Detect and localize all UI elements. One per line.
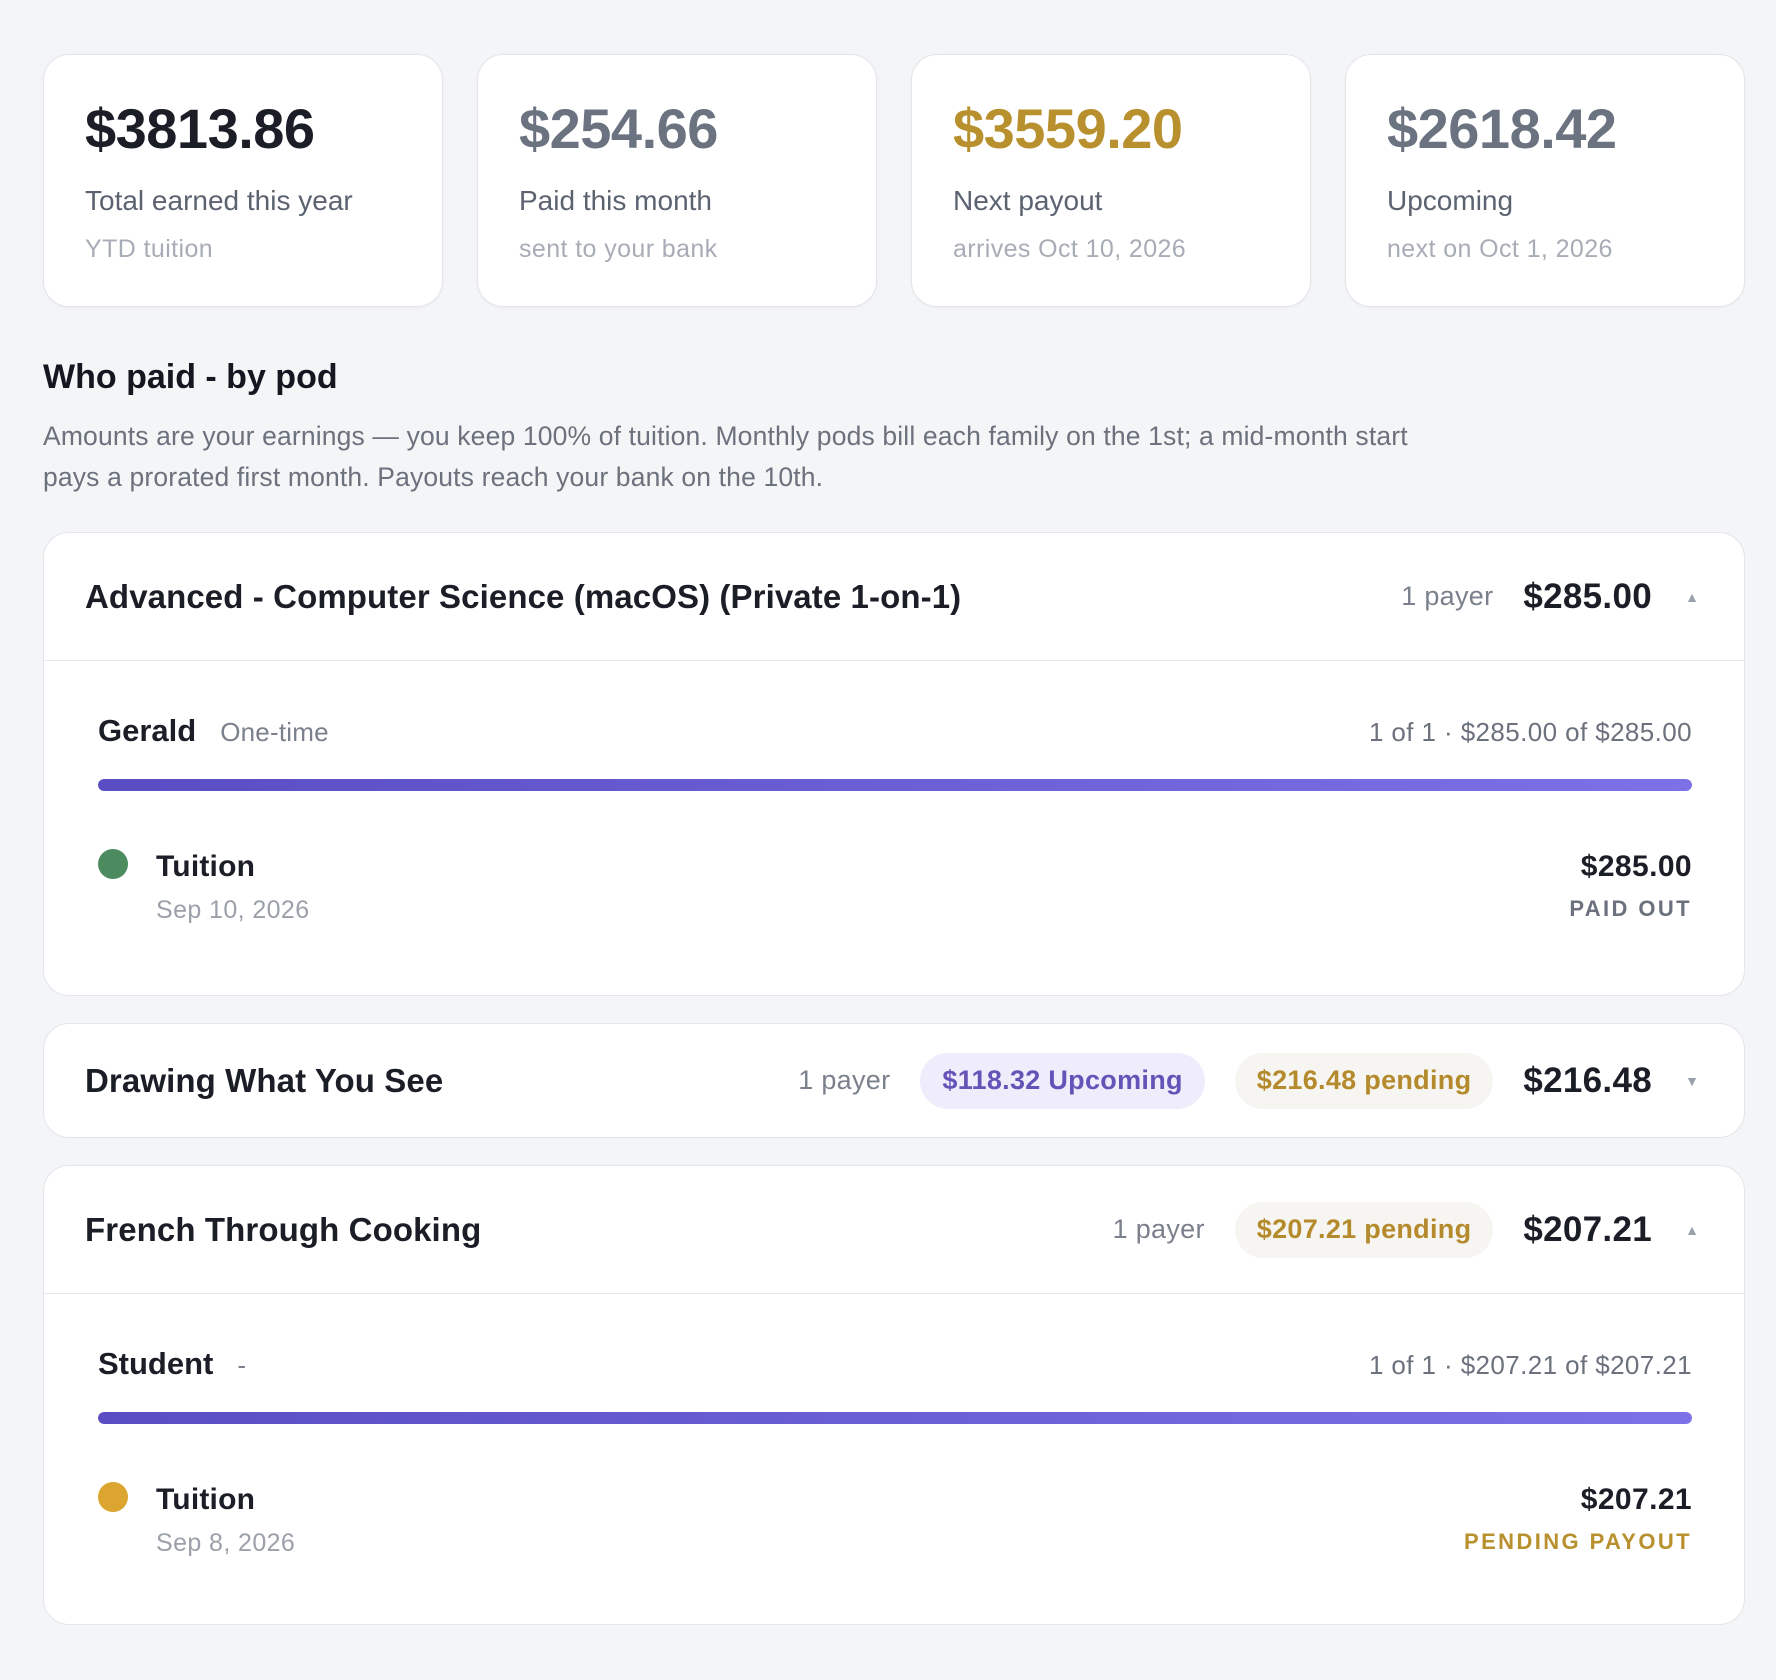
payer-plan: -	[237, 1350, 247, 1380]
pod-details: Gerald One-time 1 of 1 · $285.00 of $285…	[44, 660, 1744, 995]
payment-amount: $207.21	[1580, 1483, 1692, 1516]
stat-card-total-earned: $3813.86 Total earned this year YTD tuit…	[43, 54, 443, 307]
stat-card-paid-this-month: $254.66 Paid this month sent to your ban…	[477, 54, 877, 307]
pod-summary: 1 payer $118.32 Upcoming $216.48 pending…	[798, 1052, 1702, 1109]
pod-summary: 1 payer $207.21 pending $207.21 ▲	[1112, 1201, 1702, 1258]
stat-card-upcoming: $2618.42 Upcoming next on Oct 1, 2026	[1345, 54, 1745, 307]
stat-sub: arrives Oct 10, 2026	[953, 235, 1187, 263]
payer-name: Student	[98, 1346, 214, 1381]
stat-card-next-payout: $3559.20 Next payout arrives Oct 10, 202…	[911, 54, 1311, 307]
stat-value: $3813.86	[85, 97, 315, 160]
payment-info: Tuition Sep 8, 2026	[156, 1479, 295, 1556]
payer-row: Gerald One-time 1 of 1 · $285.00 of $285…	[98, 713, 1692, 749]
payment-status: PENDING PAYOUT	[1464, 1529, 1692, 1554]
pod-title: Advanced - Computer Science (macOS) (Pri…	[85, 577, 962, 615]
pod-total: $216.48	[1523, 1060, 1652, 1100]
pod-header[interactable]: Advanced - Computer Science (macOS) (Pri…	[44, 533, 1744, 660]
stat-label: Next payout	[953, 185, 1103, 216]
earnings-page: $3813.86 Total earned this year YTD tuit…	[43, 54, 1745, 1625]
payment-date: Sep 10, 2026	[156, 896, 310, 924]
payer-count: 1 payer	[1112, 1214, 1205, 1244]
payer-plan: One-time	[220, 717, 329, 747]
payment-amount-block: $285.00 PAID OUT	[1569, 846, 1692, 923]
payment-amount: $285.00	[1580, 850, 1692, 883]
payment-name: Tuition	[156, 1483, 256, 1516]
pod-header[interactable]: French Through Cooking 1 payer $207.21 p…	[44, 1166, 1744, 1293]
stat-value: $2618.42	[1387, 97, 1617, 160]
payer-progress-text: 1 of 1 · $207.21 of $207.21	[1368, 1350, 1692, 1380]
caret-up-icon[interactable]: ▲	[1682, 1222, 1702, 1238]
pod-card: Advanced - Computer Science (macOS) (Pri…	[43, 532, 1745, 996]
section-title: Who paid - by pod	[43, 358, 338, 396]
payment-amount-block: $207.21 PENDING PAYOUT	[1464, 1479, 1692, 1556]
stat-sub: next on Oct 1, 2026	[1387, 235, 1613, 263]
pod-summary: 1 payer $285.00 ▲	[1401, 577, 1702, 617]
progress-fill	[98, 1412, 1692, 1424]
progress-track	[98, 779, 1692, 791]
payment-item: Tuition Sep 8, 2026 $207.21 PENDING PAYO…	[98, 1479, 1692, 1556]
caret-up-icon[interactable]: ▲	[1682, 589, 1702, 605]
payment-info: Tuition Sep 10, 2026	[156, 846, 310, 923]
pod-card: Drawing What You See 1 payer $118.32 Upc…	[43, 1023, 1745, 1138]
payer-count: 1 payer	[1401, 581, 1494, 611]
pod-details: Student - 1 of 1 · $207.21 of $207.21 Tu…	[44, 1293, 1744, 1624]
stat-sub: sent to your bank	[519, 235, 718, 263]
status-dot-icon	[98, 1482, 128, 1512]
payer-row: Student - 1 of 1 · $207.21 of $207.21	[98, 1346, 1692, 1382]
pod-header[interactable]: Drawing What You See 1 payer $118.32 Upc…	[44, 1024, 1744, 1137]
pod-total: $285.00	[1523, 576, 1652, 616]
payer-name: Gerald	[98, 713, 197, 748]
stat-label: Upcoming	[1387, 185, 1514, 216]
pod-title: French Through Cooking	[85, 1210, 482, 1248]
payment-name: Tuition	[156, 850, 256, 883]
payment-date: Sep 8, 2026	[156, 1529, 296, 1557]
progress-fill	[98, 779, 1692, 791]
upcoming-badge: $118.32 Upcoming	[920, 1052, 1205, 1109]
stat-value: $254.66	[519, 97, 718, 160]
pod-card: French Through Cooking 1 payer $207.21 p…	[43, 1165, 1745, 1625]
status-dot-icon	[98, 849, 128, 879]
caret-down-icon[interactable]: ▼	[1682, 1073, 1702, 1089]
payer-count: 1 payer	[798, 1065, 891, 1095]
payer-progress-text: 1 of 1 · $285.00 of $285.00	[1368, 717, 1692, 747]
stat-sub: YTD tuition	[85, 235, 214, 263]
payment-status: PAID OUT	[1569, 896, 1692, 921]
pod-total: $207.21	[1523, 1209, 1652, 1249]
progress-track	[98, 1412, 1692, 1424]
stat-value: $3559.20	[953, 97, 1183, 160]
stat-label: Total earned this year	[85, 185, 353, 216]
stats-row: $3813.86 Total earned this year YTD tuit…	[43, 54, 1745, 307]
pending-badge: $207.21 pending	[1234, 1201, 1494, 1258]
stat-label: Paid this month	[519, 185, 712, 216]
pod-title: Drawing What You See	[85, 1061, 444, 1099]
payment-item: Tuition Sep 10, 2026 $285.00 PAID OUT	[98, 846, 1692, 923]
pending-badge: $216.48 pending	[1234, 1052, 1494, 1109]
section-description: Amounts are your earnings — you keep 100…	[43, 421, 1408, 492]
